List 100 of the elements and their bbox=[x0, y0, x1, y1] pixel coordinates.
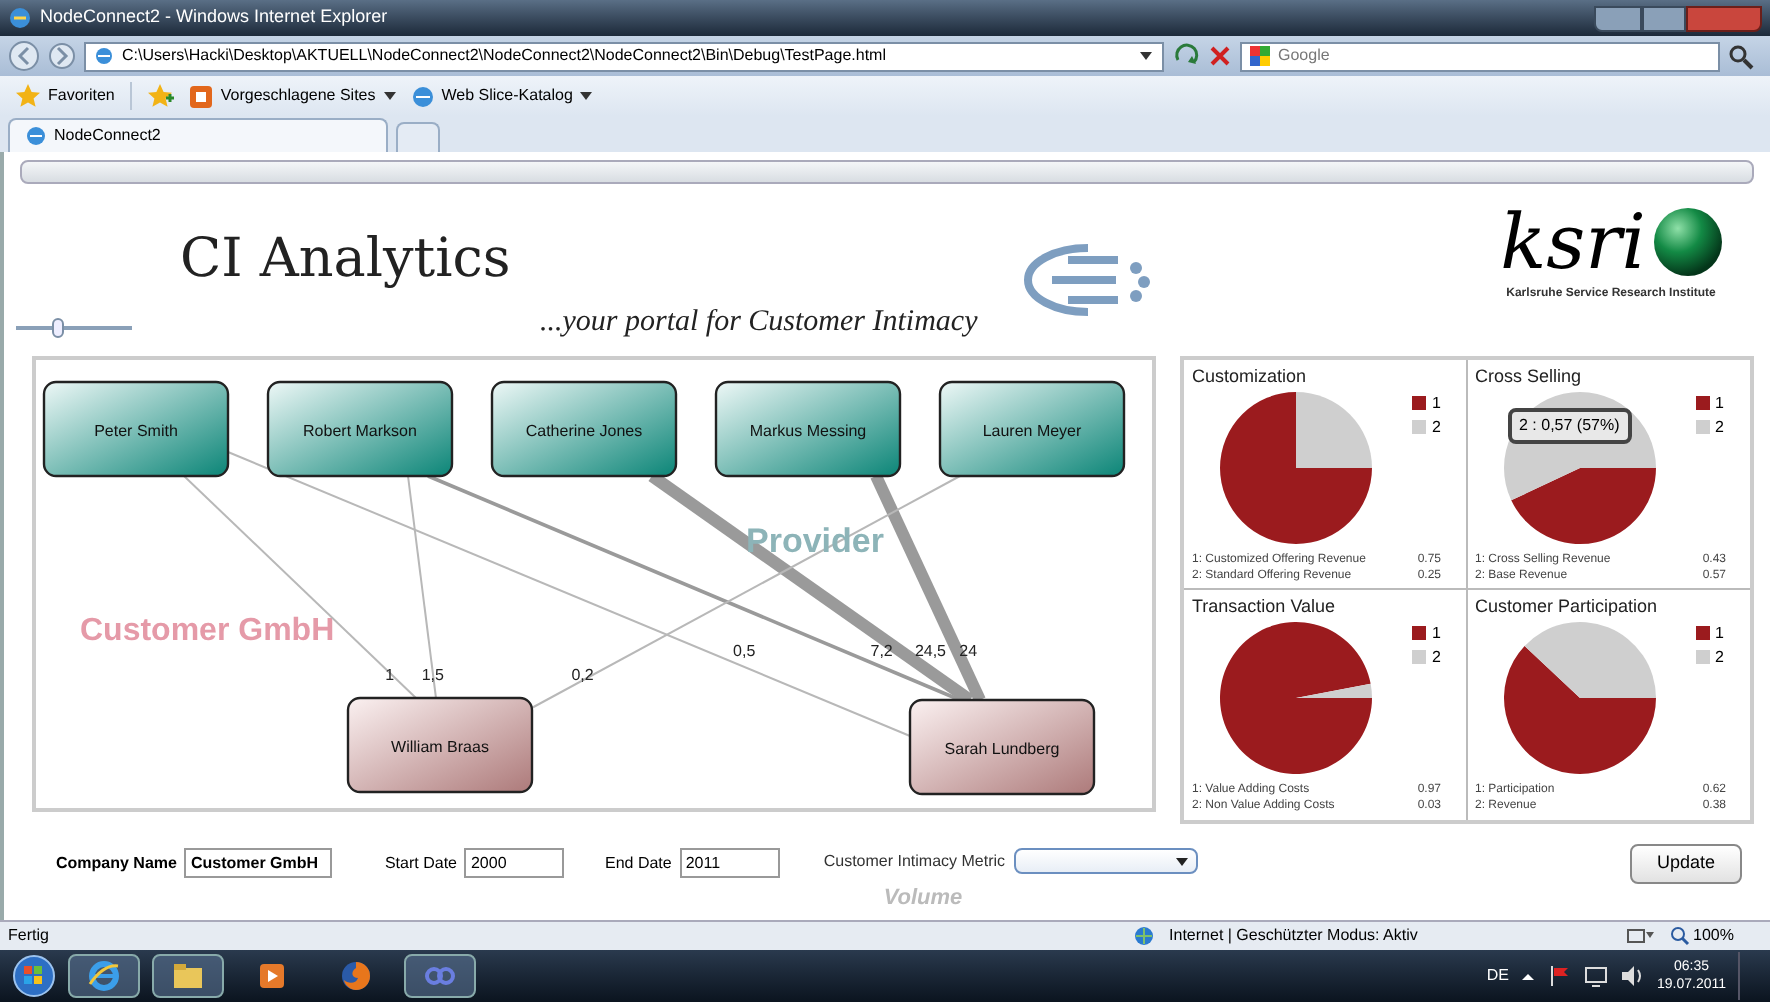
favorites-menu[interactable]: Web Slice-Katalog bbox=[411, 84, 593, 108]
browser-taskbar-button[interactable] bbox=[68, 954, 140, 998]
star-icon bbox=[16, 84, 40, 108]
legend-swatch bbox=[1695, 420, 1709, 434]
metric-caption: Volume bbox=[883, 884, 963, 914]
app-title: CI Analytics bbox=[180, 226, 511, 294]
add-favorite-icon[interactable] bbox=[148, 84, 175, 108]
security-zone-text: Internet | Geschützter Modus: Aktiv bbox=[1169, 924, 1420, 948]
field-label: Start Date bbox=[384, 851, 457, 875]
legend-label: 1 bbox=[1432, 394, 1441, 412]
weight-label: 24 bbox=[959, 642, 978, 660]
zoom-icon bbox=[1669, 926, 1690, 946]
legend-label: 1 bbox=[1715, 394, 1724, 412]
search-placeholder: Google bbox=[1278, 44, 1330, 68]
address-field[interactable]: C:\Users\Hacki\Desktop\AKTUELL\NodeConnect2\NodeConnect2\NodeConnect2\Bin\Debug\TestPage.html bbox=[84, 41, 1164, 71]
search-provider-icon bbox=[1250, 46, 1270, 66]
search-field[interactable]: Google bbox=[1240, 41, 1720, 71]
caret-icon bbox=[1175, 855, 1188, 867]
start-button[interactable] bbox=[12, 954, 56, 998]
weight-label: 7,2 bbox=[870, 642, 893, 660]
provider-node[interactable]: Robert Markson bbox=[266, 380, 454, 478]
refresh-icon[interactable] bbox=[1172, 42, 1200, 70]
legend-label: 2 bbox=[1432, 648, 1441, 666]
chart-tooltip: 2 : 0,57 (57%) bbox=[1507, 408, 1632, 444]
folder-taskbar-icon bbox=[172, 960, 204, 992]
folder-taskbar-button[interactable] bbox=[152, 954, 224, 998]
legend-label: 2 bbox=[1715, 418, 1724, 436]
back-button[interactable] bbox=[8, 40, 40, 72]
status-text: Fertig bbox=[8, 924, 49, 948]
suggested-sites-icon bbox=[190, 85, 213, 107]
caret-icon bbox=[383, 90, 396, 102]
provider-node[interactable]: Lauren Meyer bbox=[938, 380, 1126, 478]
weight-label: 0,5 bbox=[733, 642, 756, 660]
language-indicator: DE bbox=[1486, 964, 1509, 988]
zoom-slider[interactable] bbox=[16, 318, 132, 338]
maximize-button[interactable] bbox=[1642, 5, 1686, 31]
page-icon bbox=[94, 46, 114, 66]
legend-label: 1 bbox=[1432, 624, 1441, 642]
field-label: Customer Intimacy Metric bbox=[823, 849, 1006, 873]
show-hidden-icons[interactable] bbox=[1520, 968, 1537, 984]
volume-icon[interactable] bbox=[1620, 964, 1645, 988]
legend-label: 2 bbox=[1715, 648, 1724, 666]
app-tagline: ...your portal for Customer Intimacy bbox=[540, 304, 978, 342]
globe-icon bbox=[1133, 926, 1154, 946]
legend-swatch bbox=[1412, 650, 1426, 664]
sphere-logo-icon bbox=[1653, 208, 1722, 276]
legend-swatch bbox=[1695, 396, 1709, 410]
metric-dropdown[interactable] bbox=[1013, 848, 1198, 874]
media-taskbar-icon bbox=[256, 960, 288, 992]
legend-swatch bbox=[1695, 650, 1709, 664]
logo-text: ksri bbox=[1500, 204, 1646, 280]
weight-label: 1 bbox=[385, 666, 395, 684]
chart-title: Transaction Value bbox=[1192, 594, 1338, 618]
weight-label: 24,5 bbox=[914, 642, 947, 660]
network-icon[interactable] bbox=[1584, 964, 1609, 988]
protected-mode-icon[interactable] bbox=[1625, 926, 1654, 946]
weight-label: 0,2 bbox=[571, 666, 594, 684]
app-taskbar-button[interactable] bbox=[404, 954, 476, 998]
input-field[interactable]: 2000 bbox=[464, 848, 565, 878]
input-field[interactable]: Customer GmbH bbox=[184, 848, 333, 878]
customer-node[interactable]: Sarah Lundberg bbox=[908, 698, 1096, 796]
update-button[interactable]: Update bbox=[1630, 844, 1742, 884]
window-title: NodeConnect2 - Windows Internet Explorer bbox=[40, 4, 388, 31]
provider-node[interactable]: Markus Messing bbox=[714, 380, 902, 478]
provider-node[interactable]: Peter Smith bbox=[42, 380, 230, 478]
chart-title: Customization bbox=[1192, 364, 1309, 388]
legend-swatch bbox=[1412, 626, 1426, 640]
legend-label: 2 bbox=[1432, 418, 1441, 436]
page-icon bbox=[26, 126, 46, 146]
stop-icon[interactable] bbox=[1208, 44, 1232, 68]
action-center-icon[interactable] bbox=[1548, 964, 1573, 988]
favorites-button[interactable]: Favoriten bbox=[16, 84, 115, 108]
legend-label: 1 bbox=[1715, 624, 1724, 642]
chart-title: Cross Selling bbox=[1475, 364, 1584, 388]
field-label: Company Name bbox=[56, 851, 177, 875]
browser-icon bbox=[8, 6, 32, 30]
slider-thumb[interactable] bbox=[52, 318, 65, 338]
customer-watermark: Customer GmbH bbox=[80, 614, 335, 648]
provider-node[interactable]: Catherine Jones bbox=[490, 380, 678, 478]
weight-label: 1,5 bbox=[421, 666, 444, 684]
zoom-button[interactable]: 100% bbox=[1669, 924, 1734, 948]
legend-swatch bbox=[1695, 626, 1709, 640]
forward-button[interactable] bbox=[48, 42, 76, 70]
favorites-menu[interactable]: Vorgeschlagene Sites bbox=[190, 84, 396, 108]
browser-taskbar-icon bbox=[88, 960, 120, 992]
page-icon bbox=[411, 85, 434, 107]
firefox-taskbar-icon bbox=[340, 960, 372, 992]
minimize-button[interactable] bbox=[1594, 5, 1642, 31]
caret-icon[interactable] bbox=[1138, 48, 1154, 64]
input-field[interactable]: 2011 bbox=[679, 848, 780, 878]
customer-node[interactable]: William Braas bbox=[346, 696, 534, 794]
browser-tab[interactable]: NodeConnect2 bbox=[8, 118, 388, 152]
legend-swatch bbox=[1412, 420, 1426, 434]
url-text: C:\Users\Hacki\Desktop\AKTUELL\NodeConnect2\NodeConnect2\NodeConnect2\Bin\Debug\TestPage.html bbox=[122, 44, 886, 68]
chart-title: Customer Participation bbox=[1475, 594, 1660, 618]
legend-swatch bbox=[1412, 396, 1426, 410]
caret-icon bbox=[580, 90, 593, 102]
search-icon[interactable] bbox=[1728, 43, 1754, 69]
close-button[interactable] bbox=[1686, 5, 1762, 31]
field-label: End Date bbox=[604, 851, 672, 875]
